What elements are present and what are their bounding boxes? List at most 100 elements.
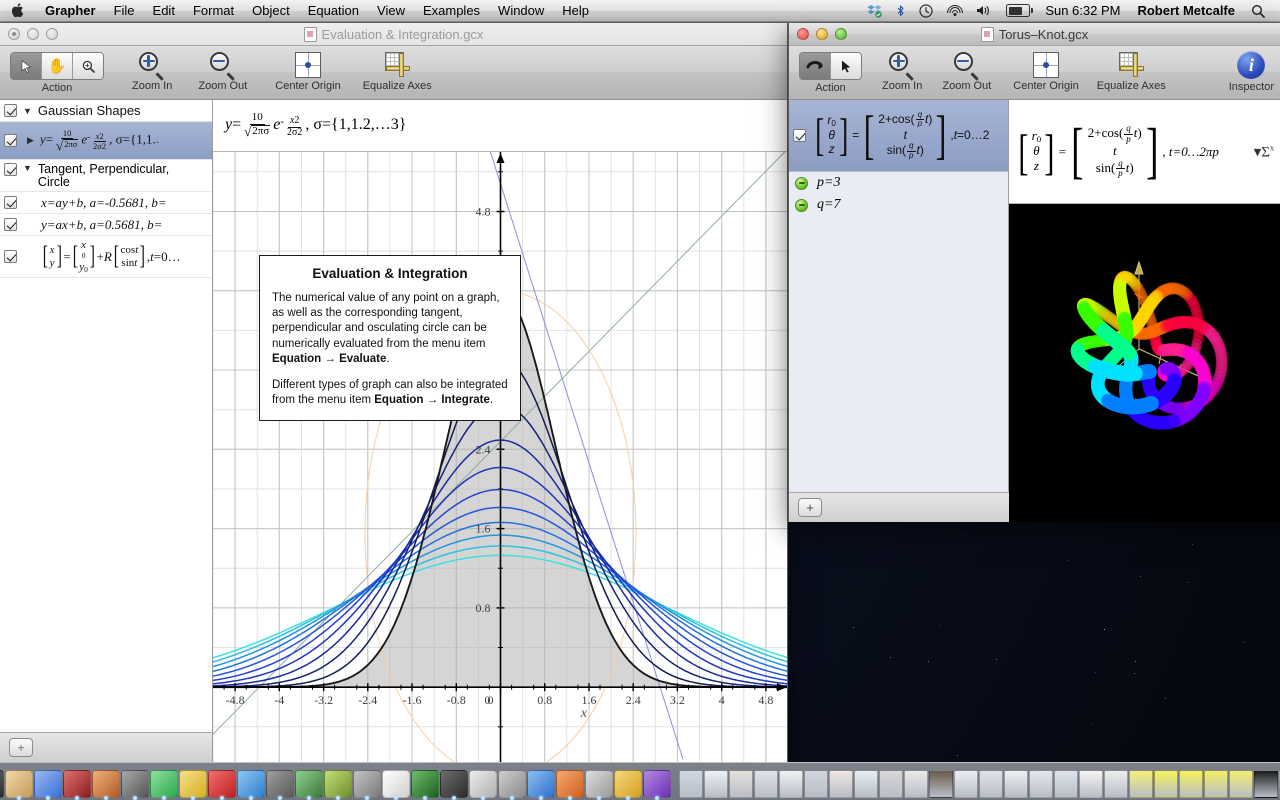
dock-minimized-window[interactable] (1179, 770, 1203, 798)
dock-minimized-window[interactable] (1079, 770, 1103, 798)
add-equation-button[interactable]: + (798, 498, 822, 517)
dock-minimized-window[interactable] (829, 770, 853, 798)
window-evaluation-integration[interactable]: Evaluation & Integration.gcx ✋ Action Zo… (0, 22, 788, 762)
dock-app-icon[interactable] (208, 770, 236, 798)
dock-app-icon[interactable] (63, 770, 91, 798)
toolbar-equalize-axes[interactable]: Equalize Axes (1097, 50, 1166, 92)
dock-minimized-window[interactable] (1054, 770, 1078, 798)
dock-app-icon[interactable] (469, 770, 497, 798)
dock-app-icon[interactable] (179, 770, 207, 798)
center-origin-icon[interactable] (295, 52, 321, 78)
arrow-tool-icon[interactable] (831, 53, 861, 79)
toolbar-equalize-axes[interactable]: Equalize Axes (363, 50, 432, 92)
equation-checkbox[interactable] (793, 129, 806, 142)
time-machine-icon[interactable] (912, 0, 940, 22)
dropbox-icon[interactable] (860, 0, 889, 22)
dock-minimized-window[interactable] (879, 770, 903, 798)
dock-app-icon[interactable] (324, 770, 352, 798)
dock-minimized-window[interactable] (729, 770, 753, 798)
dock-minimized-window[interactable] (1029, 770, 1053, 798)
inspector-icon[interactable]: i (1237, 51, 1265, 79)
series-sum-icon[interactable]: ▾Σx (1254, 142, 1274, 161)
dock-minimized-window[interactable] (1204, 770, 1228, 798)
dock-app-icon[interactable] (614, 770, 642, 798)
rotate-tool-icon[interactable] (800, 53, 831, 79)
volume-icon[interactable] (969, 0, 999, 22)
parameter-row-q[interactable]: q=7 (789, 194, 1008, 216)
zoom-in-icon[interactable] (139, 52, 165, 78)
dock-minimized-window[interactable] (1154, 770, 1178, 798)
magnify-tool-icon[interactable] (73, 53, 103, 79)
torus-equation-display-bar[interactable]: [ r0 θ z ] = [ 2+cos(q p t) t sin(q p t) ] , t… (1009, 100, 1280, 204)
dock-minimized-window[interactable] (779, 770, 803, 798)
dock-app-icon[interactable] (556, 770, 584, 798)
wifi-icon[interactable] (940, 0, 969, 22)
dock-minimized-window[interactable] (704, 770, 728, 798)
menu-equation[interactable]: Equation (299, 0, 368, 22)
dock-minimized-window[interactable] (954, 770, 978, 798)
disclosure-triangle-icon[interactable]: ▼ (23, 106, 32, 116)
toolbar-center-origin[interactable]: Center Origin (1013, 50, 1078, 92)
graph-canvas-area[interactable]: -4.8 -4 -3.2 -2.4 -1.6 -0.8 0 0.8 1.6 2.4 3.2 4 4.8 4… (213, 152, 787, 762)
sidebar-item-perpendicular-line[interactable]: y=ax+b, a=0.5681, b= (0, 214, 212, 236)
menu-window[interactable]: Window (489, 0, 553, 22)
dock-app-icon[interactable] (527, 770, 555, 798)
equation-display-bar[interactable]: y= 10 √ 2πσ e-x2 2σ2, σ={1,1.2,…3} (213, 100, 787, 152)
sidebar-item-gaussian-equation[interactable]: ▶ y= 10 √ 2πσ e-x2 2σ2, σ={1,1.. (0, 122, 212, 160)
dock-minimized-window[interactable] (1129, 770, 1153, 798)
disclosure-triangle-icon[interactable]: ▼ (23, 163, 32, 173)
sidebar-item-osculating-circle[interactable]: [x y] = [x 0 y0] + R [cost sint], t =0… (0, 236, 212, 278)
toolbar-zoom-out[interactable]: Zoom Out (942, 50, 991, 92)
sidebar-item-tangent-line[interactable]: x=ay+b, a=-0.5681, b= (0, 192, 212, 214)
dock-app-icon[interactable] (643, 770, 671, 798)
zoom-in-icon[interactable] (889, 52, 915, 78)
disclosure-triangle-icon[interactable]: ▶ (27, 135, 34, 146)
dock-minimized-window[interactable] (1104, 770, 1128, 798)
main-window-traffic-lights[interactable] (0, 28, 58, 40)
center-origin-icon[interactable] (1033, 52, 1059, 78)
group-checkbox[interactable] (4, 104, 17, 117)
toolbar-action-group[interactable]: ✋ Action (10, 50, 104, 94)
toolbar-inspector[interactable]: i Inspector (1229, 50, 1274, 93)
menu-examples[interactable]: Examples (414, 0, 489, 22)
zoom-out-icon[interactable] (210, 52, 236, 78)
graph-plot[interactable]: -4.8 -4 -3.2 -2.4 -1.6 -0.8 0 0.8 1.6 2.4 3.2 4 4.8 4… (213, 152, 787, 762)
dock-app-icon[interactable] (237, 770, 265, 798)
dock-app-icon[interactable] (440, 770, 468, 798)
dock-app-icon[interactable] (411, 770, 439, 798)
bluetooth-icon[interactable] (889, 0, 912, 22)
dock-app-icon[interactable] (295, 770, 323, 798)
zoom-button[interactable] (835, 28, 847, 40)
sidebar-group-tangent[interactable]: ▼ Tangent, Perpendicular, Circle (0, 160, 212, 192)
mode-segmented-control[interactable]: ✋ (10, 52, 104, 80)
equation-checkbox[interactable] (4, 196, 17, 209)
dock-minimized-window[interactable] (1004, 770, 1028, 798)
menu-view[interactable]: View (368, 0, 414, 22)
zoom-button[interactable] (46, 28, 58, 40)
torus-equation-sidebar[interactable]: [ r0 θ z ] = [ 2+cos(q p t) t sin(q p t) ] ,t=… (789, 100, 1009, 522)
dock-app-icon[interactable] (498, 770, 526, 798)
dock-app-icon[interactable] (353, 770, 381, 798)
menu-bar-username[interactable]: Robert Metcalfe (1128, 0, 1244, 22)
dock-minimized-window[interactable] (1254, 770, 1278, 798)
equalize-axes-icon[interactable] (384, 52, 410, 78)
dock-minimized-window[interactable] (929, 770, 953, 798)
torus-window-titlebar[interactable]: Torus–Knot.gcx (789, 23, 1280, 46)
dock-minimized-window[interactable] (1229, 770, 1253, 798)
dock-app-icon[interactable] (34, 770, 62, 798)
dock-minimized-window[interactable] (854, 770, 878, 798)
note-box-evaluation-integration[interactable]: Evaluation & Integration The numerical v… (259, 255, 521, 421)
dock-app-icon[interactable] (121, 770, 149, 798)
dock-app-icon[interactable] (266, 770, 294, 798)
dock-app-icon[interactable] (0, 770, 4, 798)
hand-tool-icon[interactable]: ✋ (42, 53, 73, 79)
dock-minimized-window[interactable] (754, 770, 778, 798)
menu-edit[interactable]: Edit (144, 0, 184, 22)
torus-window-traffic-lights[interactable] (789, 28, 847, 40)
sidebar-group-gaussian-shapes[interactable]: ▼ Gaussian Shapes (0, 100, 212, 122)
dock-app-icon[interactable] (382, 770, 410, 798)
add-equation-button[interactable]: + (9, 738, 33, 757)
close-button[interactable] (797, 28, 809, 40)
menu-grapher[interactable]: Grapher (36, 0, 105, 22)
dock[interactable] (0, 762, 1280, 800)
